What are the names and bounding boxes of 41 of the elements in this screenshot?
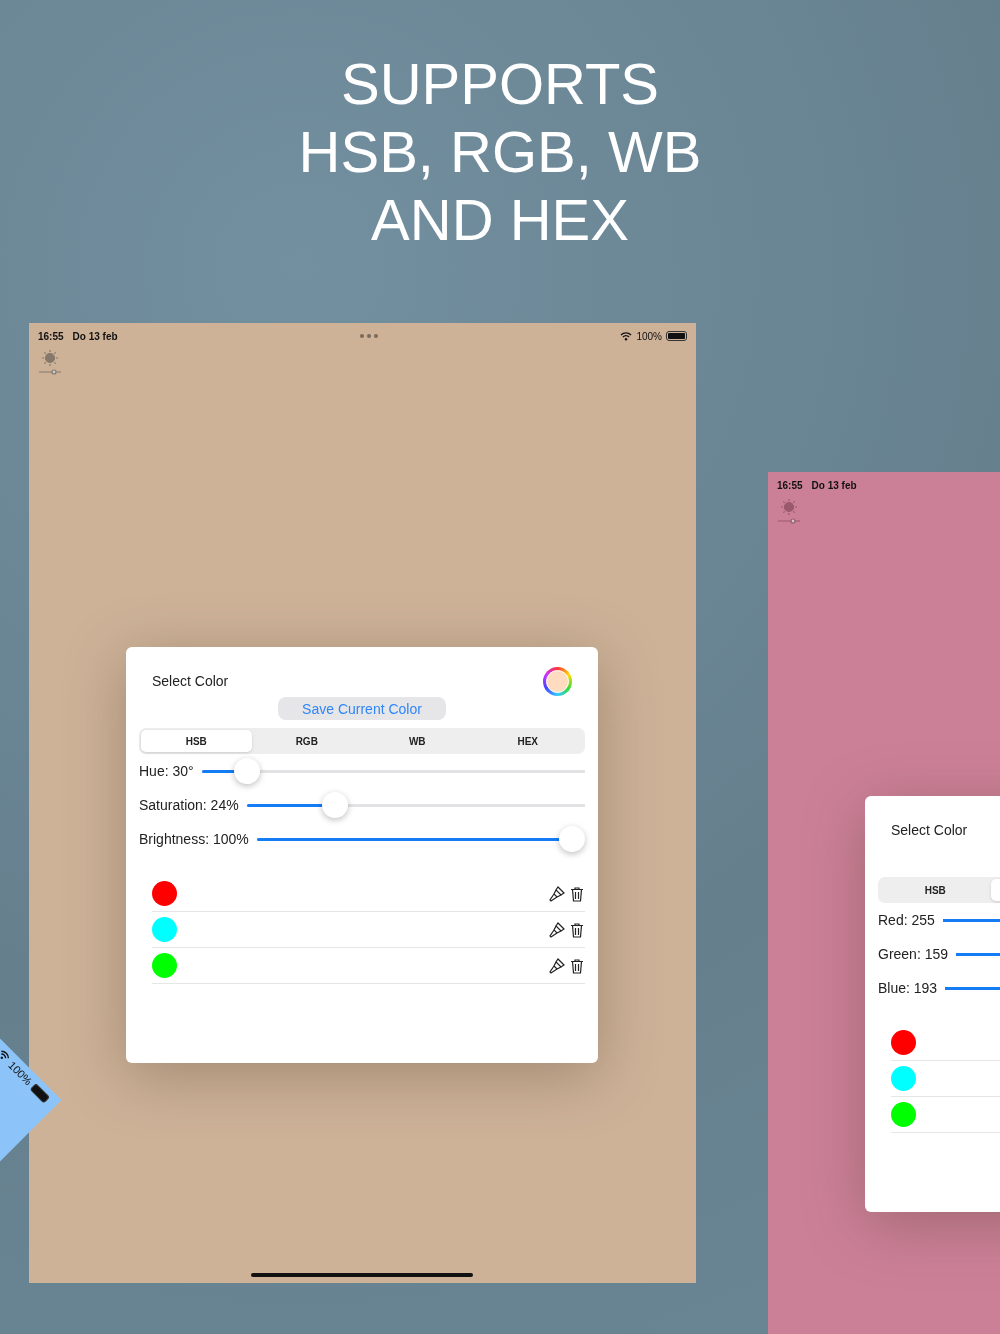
status-date: Do 13 feb [72,330,118,342]
slider-thumb[interactable] [233,758,260,784]
trash-icon[interactable] [569,885,585,902]
paintbrush-icon[interactable] [549,921,565,938]
headline-text: HSB, RGB, WB [298,118,702,186]
color-swatch[interactable] [152,881,177,906]
trash-icon[interactable] [569,921,585,938]
mode-tab[interactable]: RGB [251,730,362,752]
trash-icon[interactable] [569,957,585,974]
brightness-icon[interactable] [38,349,62,375]
slider-label: Hue: 30° [139,763,194,779]
battery-percentage: 100% [636,330,662,342]
slider-label: Green: 159 [878,946,949,962]
slider-thumb[interactable] [321,792,348,818]
status-time: 16:55 [777,479,803,491]
paintbrush-icon[interactable] [549,957,565,974]
status-date: Do 13 feb [811,479,857,491]
dialog-title: Select Color [152,673,229,689]
wifi-icon [620,331,633,341]
color-swatch[interactable] [152,953,177,978]
more-icon[interactable] [360,334,378,338]
mode-tab[interactable]: HSB [880,879,991,901]
headline-text: AND HEX [371,186,629,254]
color-swatch[interactable] [891,1102,916,1127]
slider-label: Blue: 193 [878,980,938,996]
mode-tab[interactable]: HSB [141,730,252,752]
color-swatch[interactable] [152,917,177,942]
mode-tab[interactable]: HEX [472,730,583,752]
color-swatch[interactable] [891,1030,916,1055]
mode-tab[interactable]: WB [362,730,473,752]
slider-label: Saturation: 24% [139,797,239,813]
slider-label: Brightness: 100% [139,831,249,847]
status-time: 16:55 [38,330,64,342]
color-preview[interactable] [543,666,572,696]
color-swatch[interactable] [891,1066,916,1091]
dialog-title: Select Color [891,822,968,838]
paintbrush-icon[interactable] [549,885,565,902]
slider-thumb[interactable] [559,826,585,852]
battery-icon [666,331,687,341]
headline-text: SUPPORTS [341,50,659,118]
slider-label: Red: 255 [878,912,935,928]
